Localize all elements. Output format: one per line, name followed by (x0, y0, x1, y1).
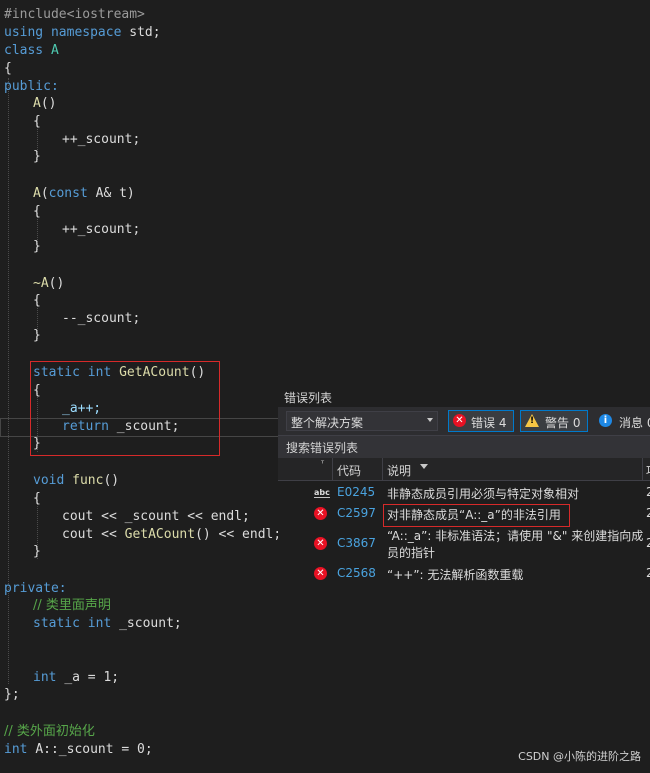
public-label: public: (4, 79, 59, 94)
getacount-decl-line: static int GetACount() (33, 365, 206, 380)
brace-line: } (33, 436, 41, 451)
warnings-filter-button[interactable]: ! 警告 0 (520, 410, 588, 432)
brace-line: { (4, 61, 12, 76)
error-row[interactable]: ✕ C2597 对非静态成员“A::_a”的非法引用 2 (278, 503, 650, 529)
column-header-extra[interactable]: 项 (646, 462, 650, 479)
error-row[interactable]: ✕ C3867 “A::_a”: 非标准语法；请使用 "&" 来创建指向成 员的… (278, 527, 650, 563)
error-icon: ✕ (314, 567, 327, 580)
dtor-body-line: --_scount; (62, 311, 141, 326)
error-row[interactable]: ✕ C2568 “++”: 无法解析函数重载 2 (278, 564, 650, 584)
cout-line-1: cout << _scount << endl; (62, 509, 250, 524)
func-decl-line: void func() (33, 473, 120, 488)
error-list-toolbar: 整个解决方案 ✕ 错误 4 ! 警告 0 i 消息 0 (278, 407, 650, 435)
spelling-abc-icon: abc (314, 488, 330, 498)
column-header-description[interactable]: 说明 (387, 462, 411, 479)
column-header-code[interactable]: 代码 (337, 462, 361, 479)
warning-icon: ! (525, 414, 539, 427)
error-icon: ✕ (314, 507, 327, 520)
error-row[interactable]: abc E0245 非静态成员引用必须与特定对象相对 2 (278, 484, 650, 502)
class-end-line: }; (4, 687, 20, 702)
brace-line: { (33, 204, 41, 219)
copy-ctor-body-line: ++_scount; (62, 222, 141, 237)
brace-line: { (33, 114, 41, 129)
a-increment-line: _a++; (62, 401, 102, 416)
info-icon: i (599, 414, 612, 427)
scope-dropdown[interactable]: 整个解决方案 (286, 411, 438, 431)
brace-line: { (33, 383, 41, 398)
chevron-down-icon (427, 418, 433, 422)
cout-line-2: cout << GetACount() << endl; (62, 527, 282, 542)
scount-init-line: int A::_scount = 0; (4, 742, 153, 757)
brace-line: } (33, 239, 41, 254)
private-label: private: (4, 581, 67, 596)
copy-ctor-line: A(const A& t) (33, 186, 135, 201)
brace-line: { (33, 293, 41, 308)
brace-line: } (33, 328, 41, 343)
comment-class-inside: // 类里面声明 (33, 598, 111, 613)
static-scount-decl: static int _scount; (33, 616, 182, 631)
brace-line: { (33, 491, 41, 506)
error-icon: ✕ (453, 414, 466, 427)
dtor-line: ~A() (33, 276, 65, 291)
comment-class-outside: // 类外面初始化 (4, 724, 95, 739)
ctor-line: A() (33, 96, 57, 111)
messages-filter-button[interactable]: i 消息 0 (594, 410, 650, 432)
sort-desc-icon (420, 464, 428, 469)
error-list-panel: 错误列表 整个解决方案 ✕ 错误 4 ! 警告 0 i 消息 0 搜索错误列表 … (278, 385, 650, 773)
errors-filter-button[interactable]: ✕ 错误 4 (448, 410, 514, 432)
class-decl-line: class A (4, 43, 59, 58)
error-list-search-input[interactable]: 搜索错误列表 (278, 435, 650, 459)
using-line: using namespace std; (4, 25, 161, 40)
panel-title: 错误列表 (284, 391, 333, 405)
brace-line: } (33, 544, 41, 559)
return-line: return _scount; (62, 419, 180, 434)
int-a-decl: int _a = 1; (33, 670, 120, 685)
error-icon: ✕ (314, 537, 327, 550)
ctor-body-line: ++_scount; (62, 132, 141, 147)
include-line: #include<iostream> (4, 7, 145, 22)
error-list-header: ᵀ 代码 说明 项 (278, 458, 650, 481)
filter-icon[interactable]: ᵀ (321, 459, 324, 468)
brace-line: } (33, 149, 41, 164)
watermark: CSDN @小陈的进阶之路 (518, 750, 641, 763)
